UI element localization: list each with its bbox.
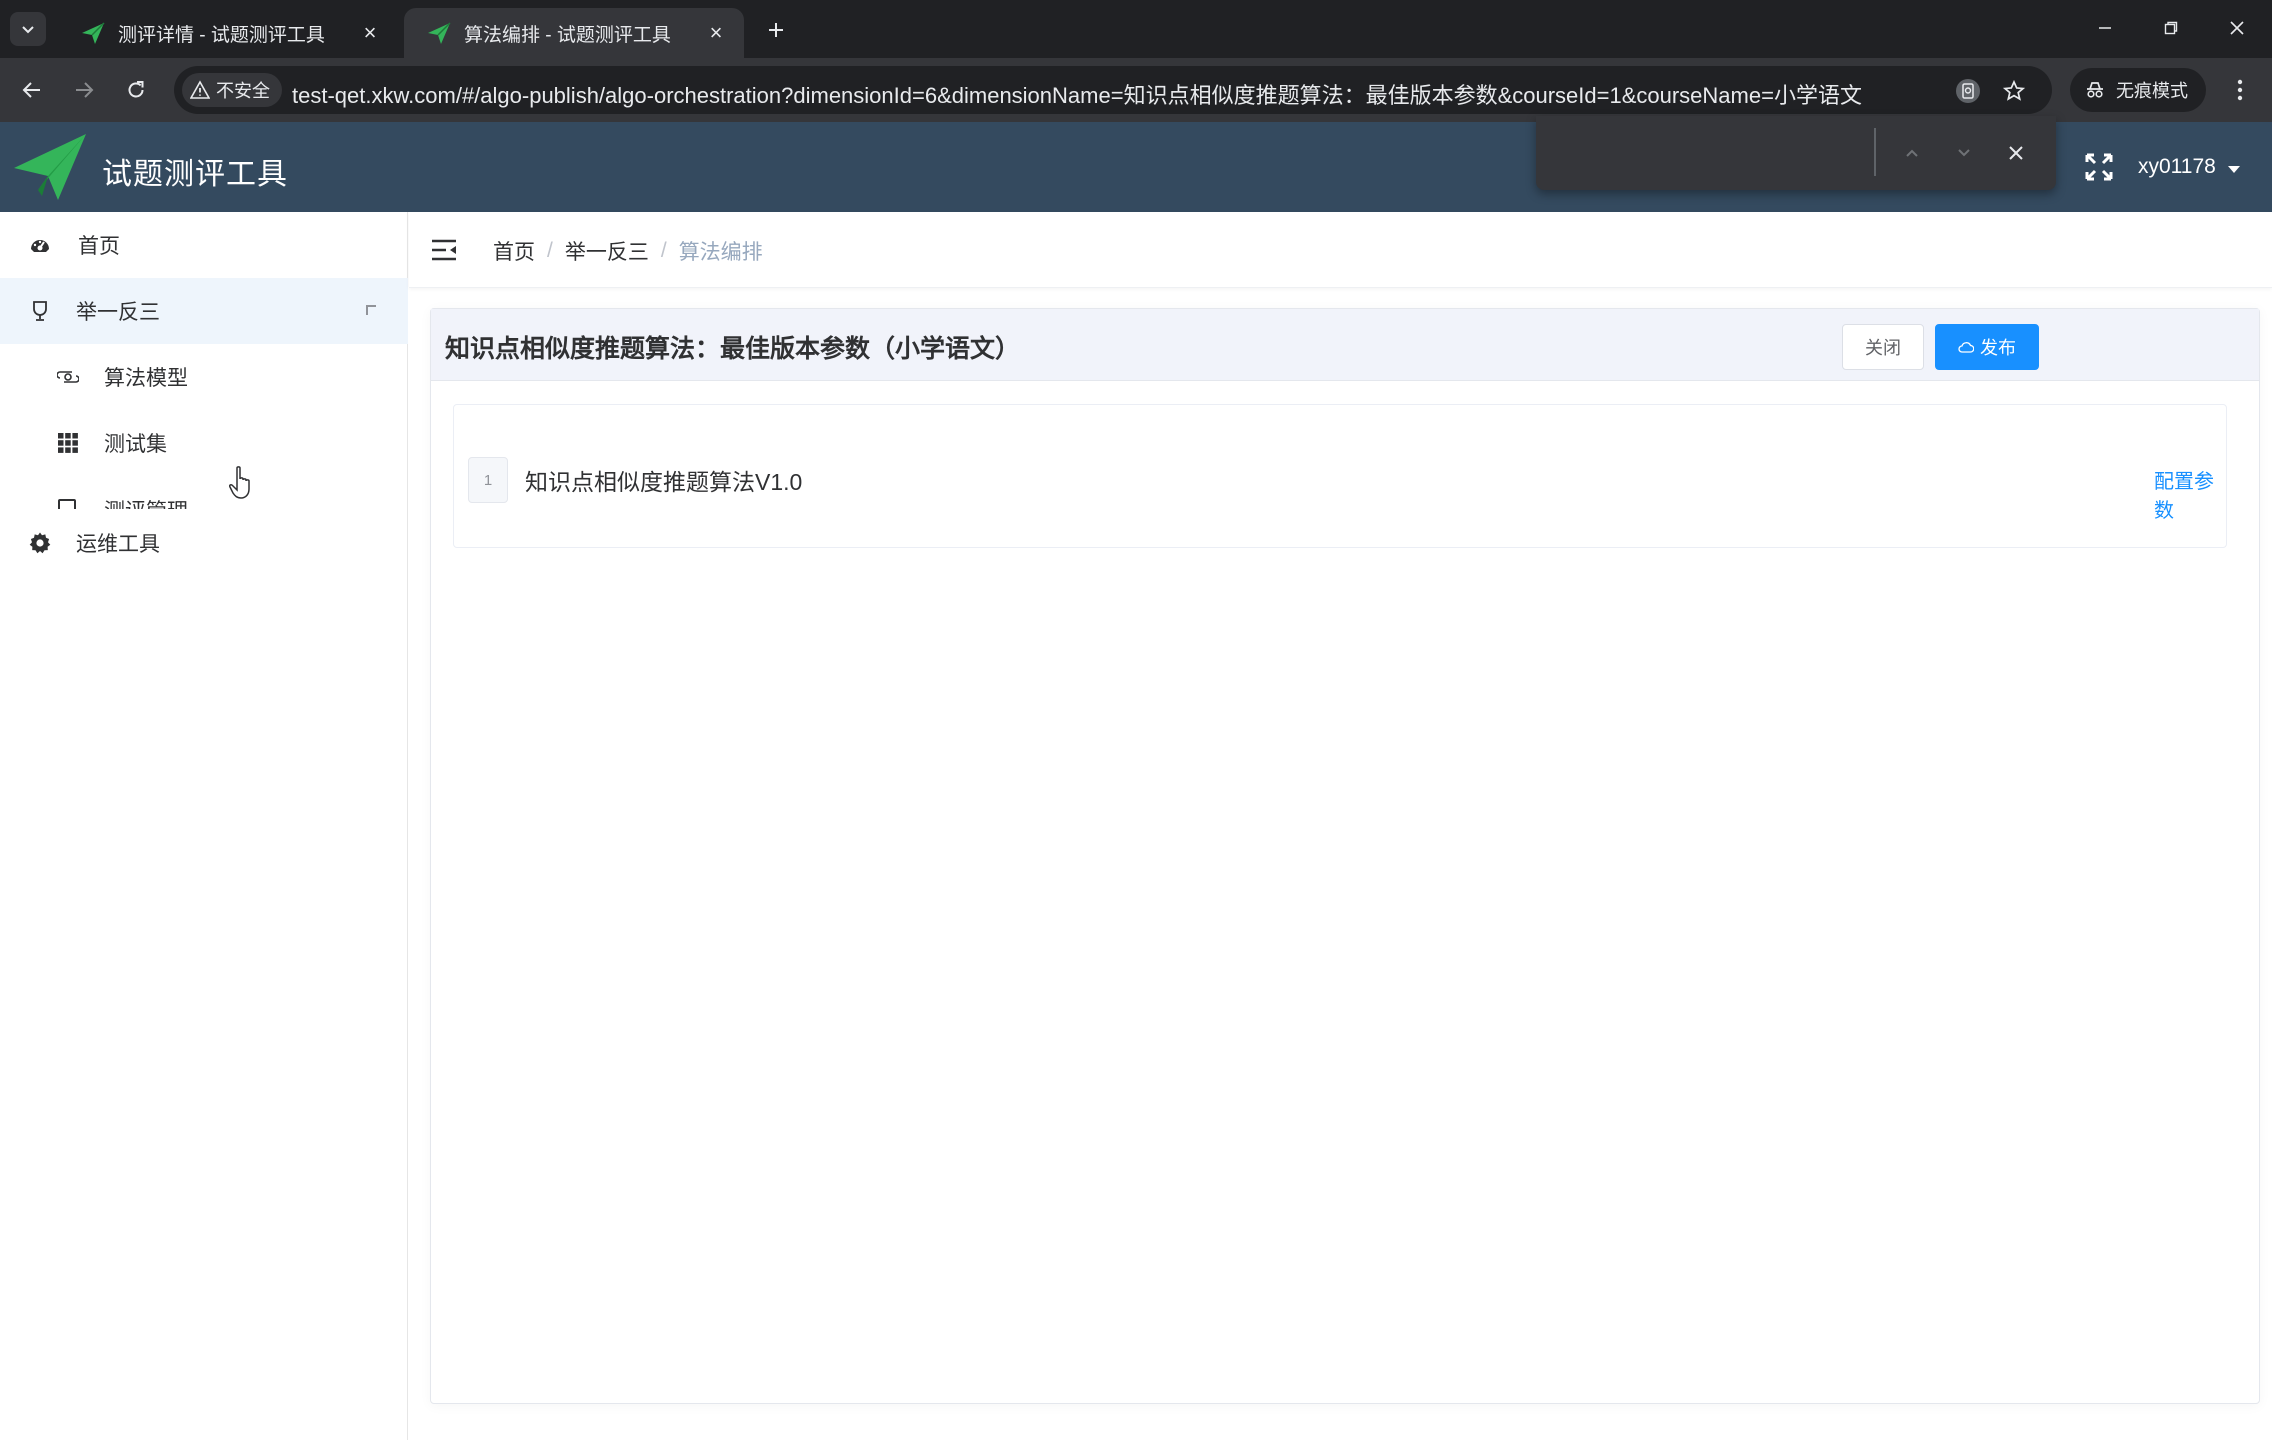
breadcrumb-separator: / bbox=[660, 239, 667, 262]
breadcrumb-separator: / bbox=[547, 239, 553, 262]
reload-icon bbox=[128, 81, 144, 98]
sidebar-item-eval-manage[interactable]: 测评管理 bbox=[0, 495, 408, 509]
browser-menu-button[interactable] bbox=[2222, 72, 2258, 108]
configure-params-link[interactable]: 配置参数 bbox=[2154, 465, 2226, 523]
incognito-badge[interactable]: 无痕模式 bbox=[2070, 68, 2206, 112]
minimize-icon bbox=[2099, 27, 2111, 29]
breadcrumb: 首页 / 举一反三 / 算法编排 bbox=[493, 236, 763, 266]
sidebar: 首页 举一反三 算法模型 测试集 测评管理 运维工具 bbox=[0, 212, 408, 1440]
gear-icon bbox=[28, 531, 52, 555]
sidebar-item-algo-model[interactable]: 算法模型 bbox=[0, 344, 408, 410]
caret-down-icon[interactable] bbox=[2228, 166, 2240, 173]
step-number: 1 bbox=[468, 457, 508, 503]
find-previous-button[interactable] bbox=[1894, 135, 1930, 171]
tab-title: 测评详情 - 试题测评工具 bbox=[118, 24, 325, 46]
breadcrumb-current: 算法编排 bbox=[678, 241, 763, 264]
sidebar-item-ops-tools[interactable]: 运维工具 bbox=[0, 510, 408, 576]
new-tab-button[interactable] bbox=[758, 12, 794, 48]
sidebar-item-label: 测评管理 bbox=[104, 495, 188, 509]
close-tab-icon[interactable]: × bbox=[702, 19, 730, 47]
close-tab-icon[interactable]: × bbox=[356, 19, 384, 47]
star-icon bbox=[2002, 79, 2026, 101]
find-bar bbox=[1536, 116, 2056, 190]
paper-plane-icon bbox=[428, 22, 451, 44]
forward-button[interactable] bbox=[66, 72, 102, 108]
browser-tab-bar: 测评详情 - 试题测评工具 × 算法编排 - 试题测评工具 × bbox=[0, 0, 2272, 58]
panel-header: 知识点相似度推题算法：最佳版本参数（小学语文） 关闭 发布 bbox=[431, 309, 2259, 381]
find-close-button[interactable] bbox=[1998, 135, 2034, 171]
sidebar-item-label: 运维工具 bbox=[76, 533, 160, 556]
tab-search-button[interactable] bbox=[10, 12, 46, 46]
arrow-left-icon bbox=[22, 82, 40, 98]
model-icon bbox=[56, 365, 80, 389]
url-text[interactable]: test-qet.xkw.com/#/algo-publish/algo-orc… bbox=[292, 78, 1862, 110]
restore-icon bbox=[2164, 21, 2178, 35]
app-title: 试题测评工具 bbox=[102, 158, 288, 191]
grid-icon bbox=[56, 431, 80, 455]
algorithm-name: 知识点相似度推题算法V1.0 bbox=[525, 469, 803, 495]
incognito-label: 无痕模式 bbox=[2116, 81, 2188, 101]
close-icon bbox=[2009, 146, 2023, 160]
sidebar-item-home[interactable]: 首页 bbox=[0, 212, 408, 278]
sidebar-item-test-set[interactable]: 测试集 bbox=[0, 410, 408, 476]
user-menu[interactable]: xy01178 bbox=[2138, 155, 2216, 179]
page-title: 知识点相似度推题算法：最佳版本参数（小学语文） bbox=[445, 335, 1021, 363]
publish-button[interactable]: 发布 bbox=[1935, 324, 2039, 370]
logo-icon bbox=[14, 134, 86, 200]
sidebar-item-label: 首页 bbox=[78, 235, 120, 258]
chevron-down-icon bbox=[22, 26, 34, 34]
security-chip[interactable]: 不安全 bbox=[182, 73, 282, 107]
reload-button[interactable] bbox=[118, 72, 154, 108]
document-search-icon bbox=[1956, 79, 1980, 103]
tab-title: 算法编排 - 试题测评工具 bbox=[464, 24, 671, 46]
breadcrumb-juyifansan[interactable]: 举一反三 bbox=[565, 236, 649, 266]
publish-label: 发布 bbox=[1980, 338, 2016, 358]
menu-fold-icon[interactable] bbox=[431, 238, 457, 262]
browser-tab-2[interactable]: 算法编排 - 试题测评工具 × bbox=[404, 8, 744, 58]
incognito-icon bbox=[2087, 82, 2103, 98]
close-icon bbox=[2230, 21, 2244, 35]
close-button[interactable]: 关闭 bbox=[1842, 324, 1924, 370]
address-bar[interactable]: 不安全 test-qet.xkw.com/#/algo-publish/algo… bbox=[174, 66, 2052, 114]
sidebar-item-juyifansan[interactable]: 举一反三 bbox=[0, 278, 408, 344]
find-next-button[interactable] bbox=[1946, 135, 1982, 171]
dashboard-icon bbox=[28, 233, 52, 257]
page-info-button[interactable] bbox=[1952, 75, 1984, 107]
back-button[interactable] bbox=[14, 72, 50, 108]
paper-plane-icon bbox=[82, 22, 105, 44]
main-content: 首页 / 举一反三 / 算法编排 知识点相似度推题算法：最佳版本参数（小学语文）… bbox=[409, 212, 2272, 1440]
fullscreen-icon[interactable] bbox=[2084, 152, 2114, 182]
close-window-button[interactable] bbox=[2212, 8, 2262, 48]
find-input[interactable] bbox=[1552, 132, 1890, 174]
arrow-right-icon bbox=[76, 82, 94, 98]
algorithm-card: 1 知识点相似度推题算法V1.0 配置参数 bbox=[453, 404, 2227, 548]
minimize-button[interactable] bbox=[2080, 8, 2130, 48]
trophy-icon bbox=[28, 299, 52, 323]
breadcrumb-home[interactable]: 首页 bbox=[493, 236, 535, 266]
find-divider bbox=[1874, 128, 1876, 176]
list-icon bbox=[58, 499, 76, 509]
browser-toolbar: 不安全 test-qet.xkw.com/#/algo-publish/algo… bbox=[0, 58, 2272, 122]
submenu-arrow-icon bbox=[366, 305, 376, 315]
browser-tab-1[interactable]: 测评详情 - 试题测评工具 × bbox=[58, 8, 398, 58]
chevron-up-icon bbox=[1906, 149, 1918, 157]
bookmark-button[interactable] bbox=[1998, 75, 2030, 107]
navbar: 首页 / 举一反三 / 算法编排 bbox=[409, 212, 2272, 288]
hand-cursor-icon bbox=[229, 466, 250, 499]
restore-button[interactable] bbox=[2146, 8, 2196, 48]
sidebar-item-label: 测试集 bbox=[104, 433, 167, 456]
orchestration-panel: 知识点相似度推题算法：最佳版本参数（小学语文） 关闭 发布 1 知识点相似度推题… bbox=[430, 308, 2260, 1404]
sidebar-item-label: 算法模型 bbox=[104, 367, 188, 390]
cloud-icon bbox=[1958, 342, 1974, 353]
sidebar-item-label: 举一反三 bbox=[76, 301, 160, 324]
security-label: 不安全 bbox=[216, 81, 270, 101]
warning-icon bbox=[190, 80, 210, 99]
more-vertical-icon bbox=[2237, 79, 2243, 101]
chevron-down-icon bbox=[1958, 149, 1970, 157]
plus-icon bbox=[769, 23, 783, 37]
